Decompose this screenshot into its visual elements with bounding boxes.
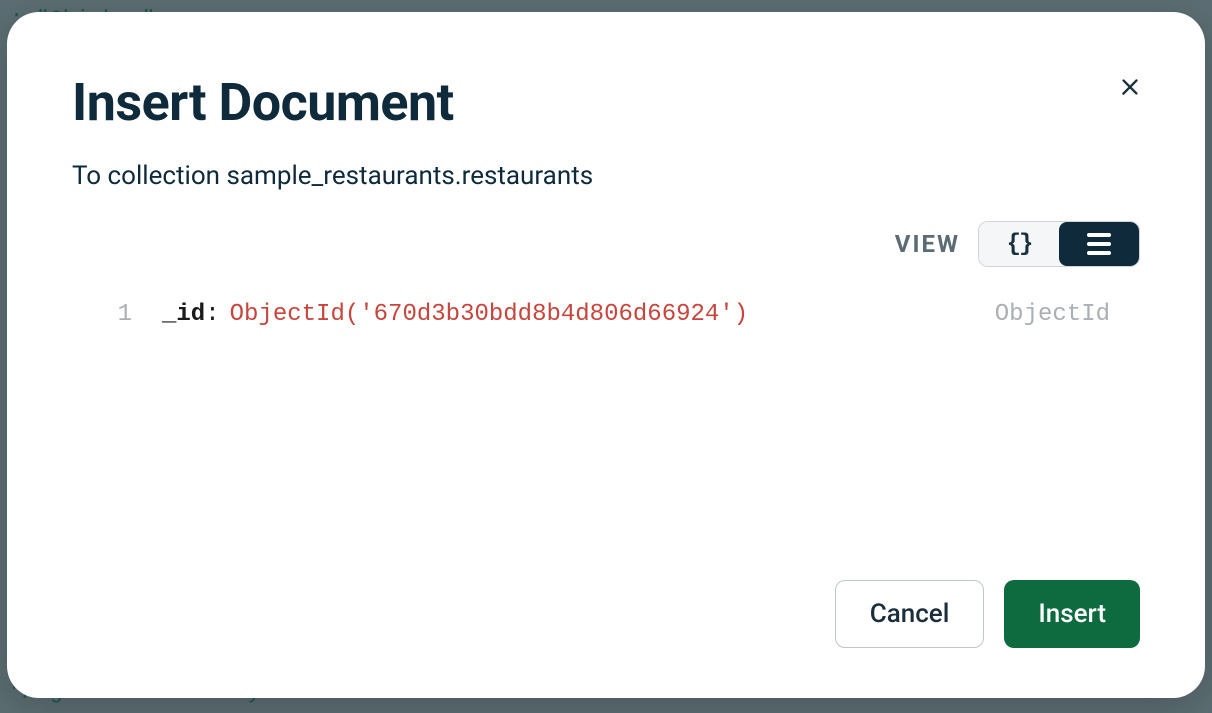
view-list-button[interactable]	[1059, 222, 1139, 266]
editor-line: 1 _id: ObjectId('670d3b30bdd8b4d806d6692…	[72, 297, 1140, 333]
insert-document-modal: Insert Document To collection sample_res…	[7, 12, 1205, 698]
modal-subtitle: To collection sample_restaurants.restaur…	[72, 161, 1140, 191]
line-content[interactable]: _id: ObjectId('670d3b30bdd8b4d806d66924'…	[162, 297, 1140, 333]
field-value[interactable]: ObjectId('670d3b30bdd8b4d806d66924')	[230, 297, 748, 333]
view-toggle-row: VIEW {}	[72, 221, 1140, 267]
braces-icon: {}	[1007, 231, 1032, 258]
collection-name: sample_restaurants.restaurants	[226, 161, 593, 191]
view-label: VIEW	[895, 230, 960, 258]
action-buttons: Cancel Insert	[72, 580, 1140, 648]
close-button[interactable]	[1110, 67, 1150, 107]
subtitle-prefix: To collection	[72, 161, 226, 191]
list-icon	[1087, 233, 1111, 255]
cancel-button[interactable]: Cancel	[835, 580, 985, 648]
document-editor[interactable]: 1 _id: ObjectId('670d3b30bdd8b4d806d6692…	[72, 297, 1140, 580]
colon: :	[205, 297, 219, 333]
close-icon	[1116, 73, 1144, 101]
line-number: 1	[72, 297, 132, 333]
view-json-button[interactable]: {}	[979, 222, 1059, 266]
field-key: _id	[162, 297, 205, 333]
type-hint[interactable]: ObjectId	[995, 297, 1140, 333]
insert-button[interactable]: Insert	[1004, 580, 1140, 648]
view-toggle: {}	[978, 221, 1140, 267]
modal-title: Insert Document	[72, 72, 1140, 133]
